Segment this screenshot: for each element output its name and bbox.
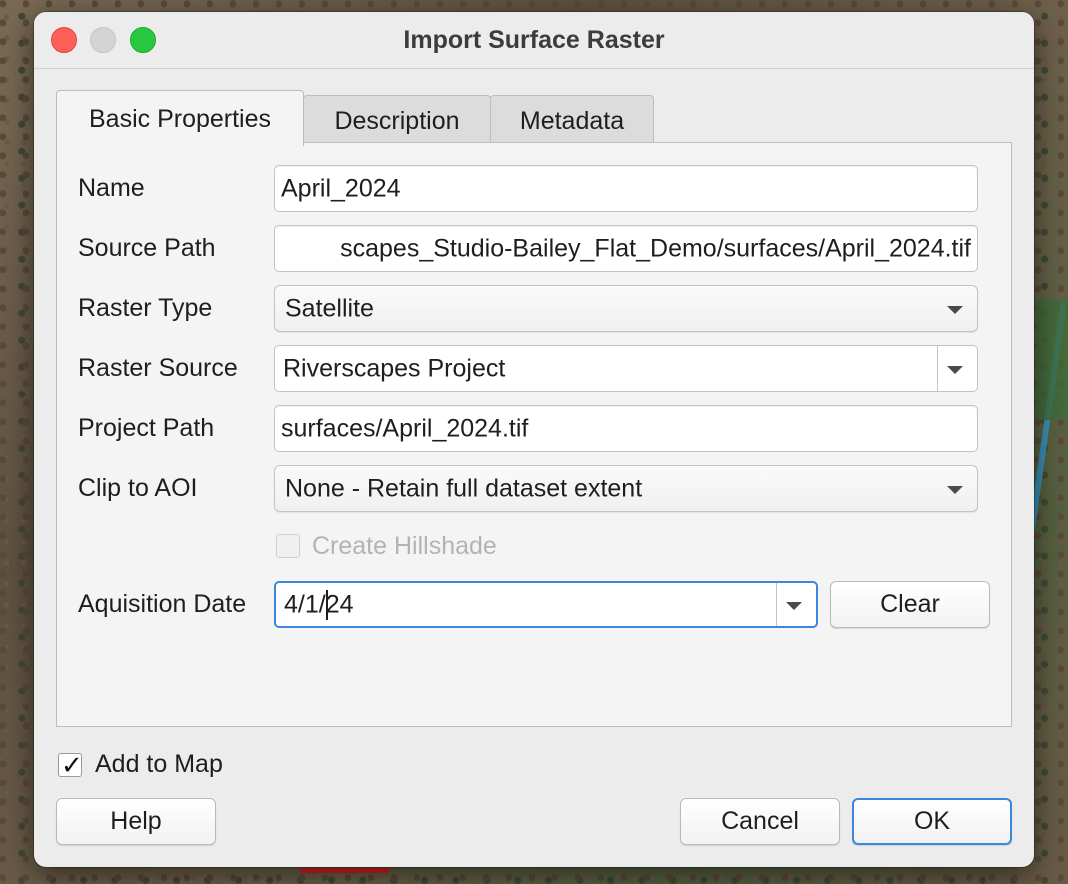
clip-to-aoi-label: Clip to AOI <box>78 474 198 502</box>
cancel-button[interactable]: Cancel <box>680 798 840 845</box>
tab-basic-properties[interactable]: Basic Properties <box>56 90 304 146</box>
source-path-input[interactable]: scapes_Studio-Bailey_Flat_Demo/surfaces/… <box>274 225 978 272</box>
source-path-label: Source Path <box>78 234 216 262</box>
clip-to-aoi-select[interactable]: None - Retain full dataset extent <box>274 465 978 512</box>
window-title: Import Surface Raster <box>403 26 665 54</box>
text-cursor <box>326 590 328 620</box>
add-to-map-checkbox[interactable]: ✓ <box>58 750 83 780</box>
tab-description[interactable]: Description <box>303 95 491 144</box>
checkmark-icon: ✓ <box>61 750 83 780</box>
chevron-down-icon[interactable] <box>947 365 963 374</box>
raster-source-label: Raster Source <box>78 354 238 382</box>
acquisition-date-value: 4/1/24 <box>284 590 354 618</box>
raster-source-divider <box>937 346 938 391</box>
create-hillshade-label: Create Hillshade <box>312 532 497 560</box>
tab-metadata[interactable]: Metadata <box>490 95 654 144</box>
project-path-label: Project Path <box>78 414 215 442</box>
import-surface-raster-dialog: Import Surface Raster Basic Properties D… <box>34 12 1034 867</box>
name-input[interactable]: April_2024 <box>274 165 978 212</box>
chevron-down-icon <box>947 305 963 314</box>
source-path-value: scapes_Studio-Bailey_Flat_Demo/surfaces/… <box>340 234 971 262</box>
raster-type-value: Satellite <box>285 294 374 322</box>
map-vegetation-patch <box>1036 300 1068 420</box>
project-path-input[interactable]: surfaces/April_2024.tif <box>274 405 978 452</box>
ok-button[interactable]: OK <box>852 798 1012 845</box>
raster-type-select[interactable]: Satellite <box>274 285 978 332</box>
map-boundary-line <box>300 868 390 873</box>
chevron-down-icon[interactable] <box>786 601 802 610</box>
clear-date-button[interactable]: Clear <box>830 581 990 628</box>
acquisition-date-label: Aquisition Date <box>78 590 247 618</box>
name-value: April_2024 <box>281 174 401 202</box>
raster-type-label: Raster Type <box>78 294 213 322</box>
date-divider <box>776 583 777 626</box>
clip-to-aoi-value: None - Retain full dataset extent <box>285 474 643 502</box>
raster-source-value: Riverscapes Project <box>283 354 506 382</box>
chevron-down-icon <box>947 485 963 494</box>
help-button[interactable]: Help <box>56 798 216 845</box>
create-hillshade-checkbox <box>276 534 300 558</box>
name-label: Name <box>78 174 145 202</box>
raster-source-combobox[interactable]: Riverscapes Project <box>274 345 978 392</box>
add-to-map-label: Add to Map <box>95 750 223 778</box>
project-path-value: surfaces/April_2024.tif <box>281 414 529 442</box>
title-bar[interactable]: Import Surface Raster <box>34 12 1034 69</box>
acquisition-date-input[interactable]: 4/1/24 <box>274 581 818 628</box>
